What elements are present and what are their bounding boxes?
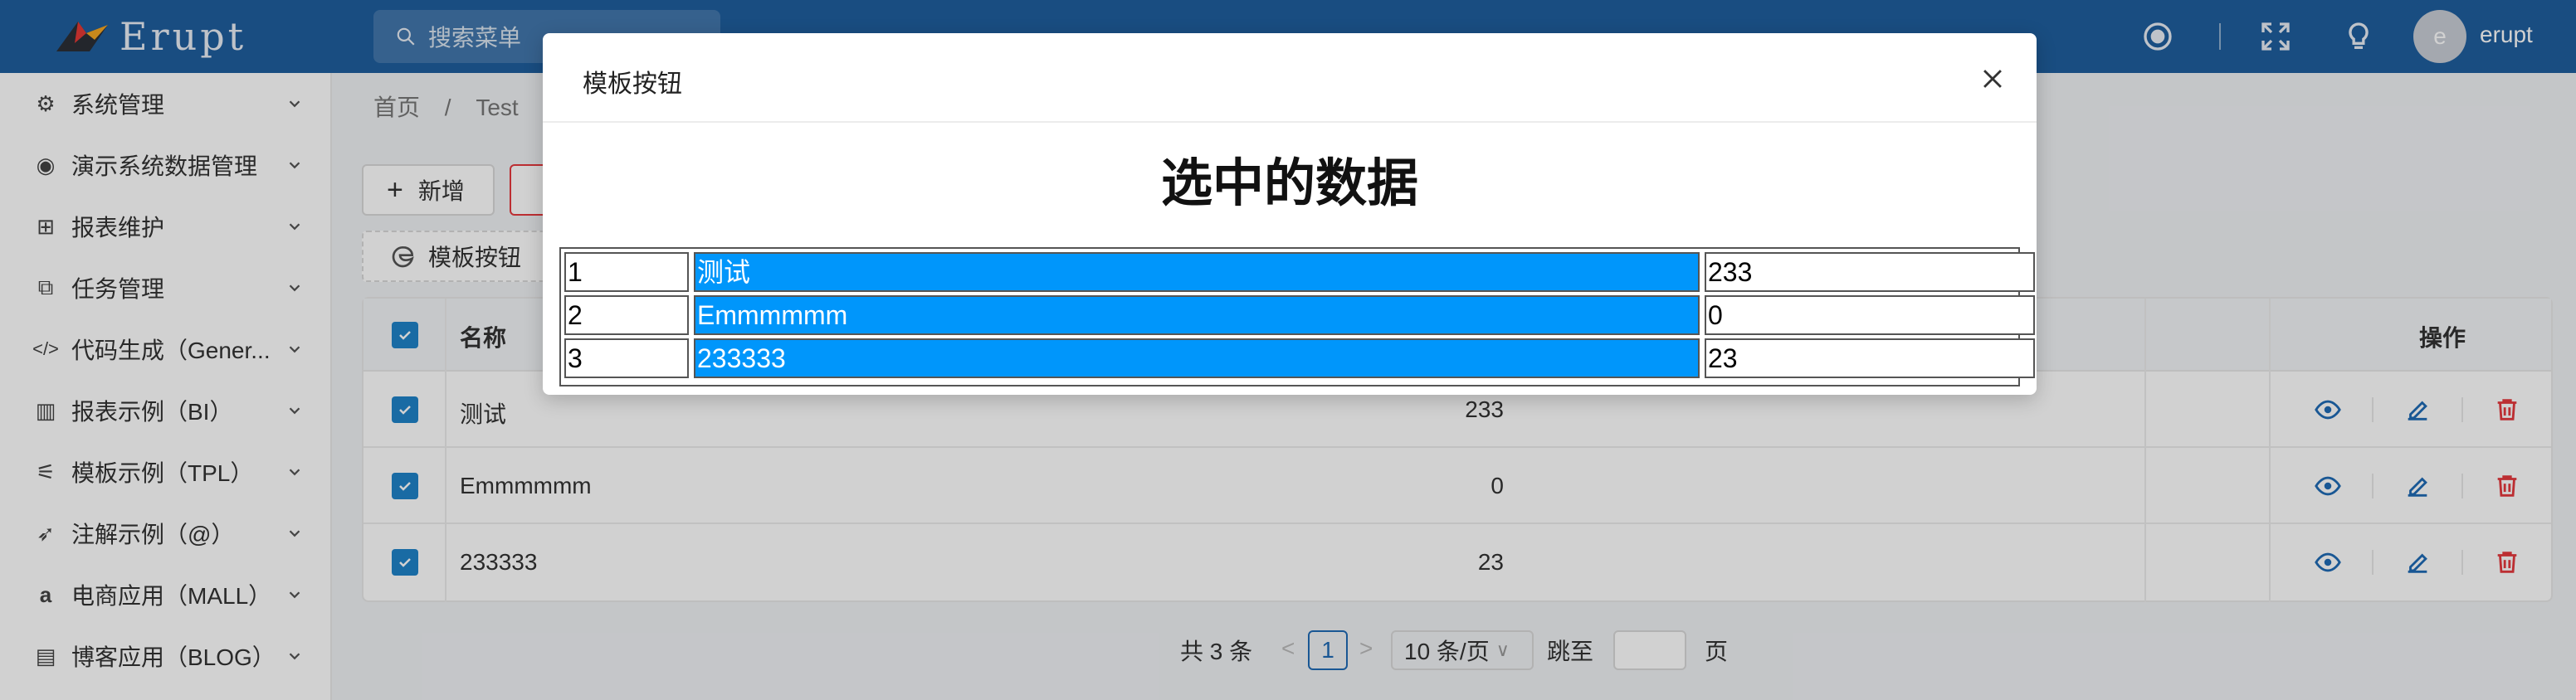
selected-value: 233 [1705,252,2035,292]
selected-row: 2 Emmmmmm 0 [564,295,2035,335]
selected-data-table: 1 测试 233 2 Emmmmmm 0 3 233333 23 [559,247,2035,386]
selected-name: 测试 [694,252,1700,292]
selected-value: 0 [1705,295,2035,335]
selected-row: 1 测试 233 [564,252,2035,292]
selected-index: 3 [564,338,689,378]
selected-index: 2 [564,295,689,335]
modal-title: 模板按钮 [583,70,682,98]
modal-header: 模板按钮 [543,33,2037,123]
modal-heading: 选中的数据 [1160,155,1418,212]
selected-row: 3 233333 23 [564,338,2035,378]
selected-index: 1 [564,252,689,292]
template-modal: 模板按钮 选中的数据 1 测试 233 2 Emmmmmm 0 3 233333… [543,33,2037,395]
selected-name: 233333 [694,338,1700,378]
selected-value: 23 [1705,338,2035,378]
selected-name: Emmmmmm [694,295,1700,335]
close-icon[interactable] [1978,65,2007,93]
